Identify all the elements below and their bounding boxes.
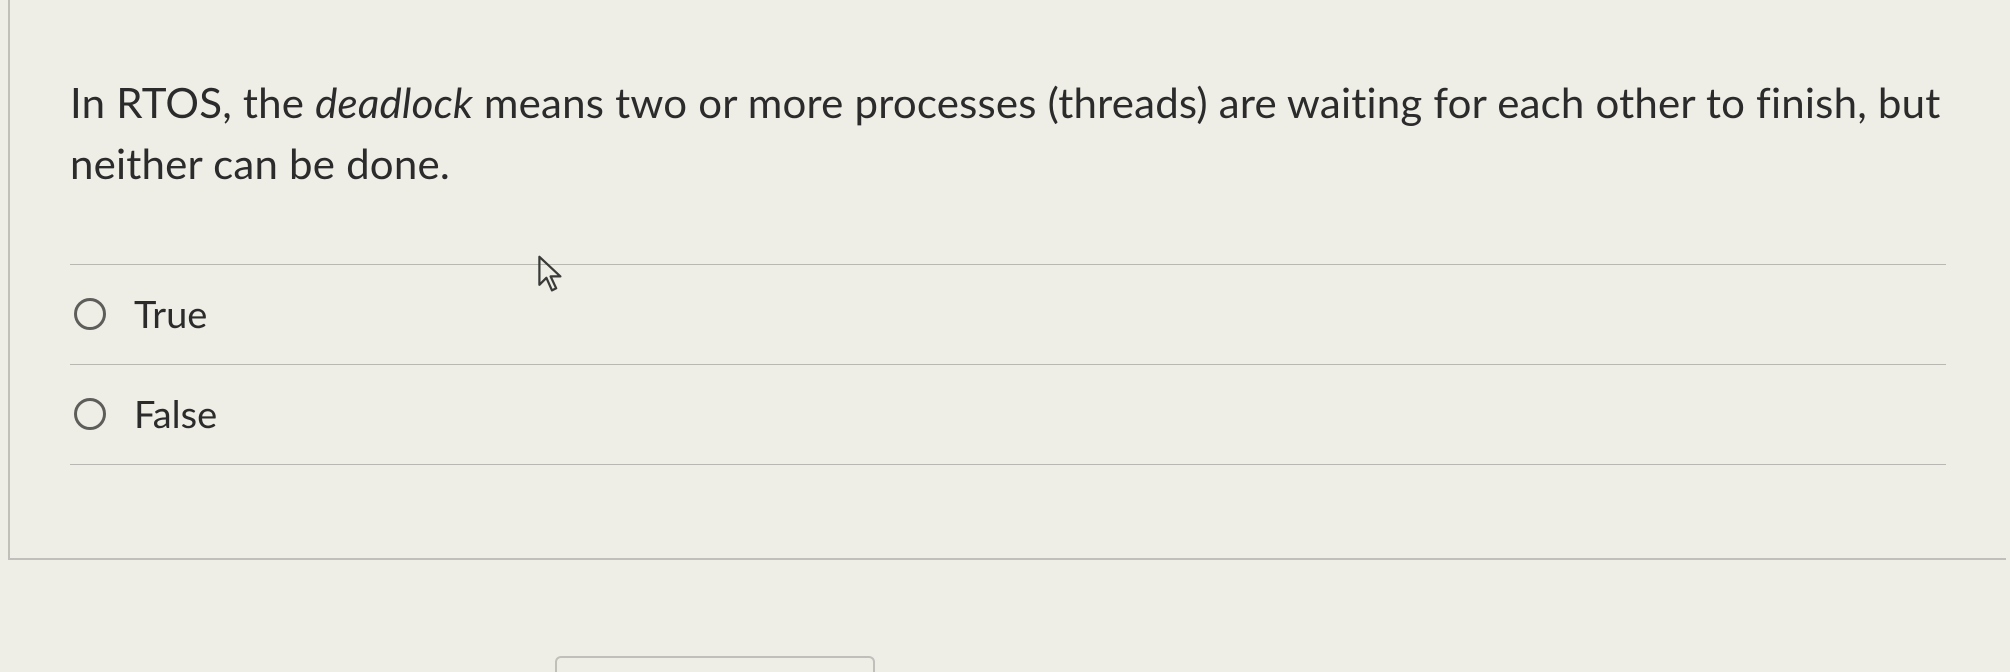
question-italic-term: deadlock	[315, 77, 473, 127]
radio-icon	[74, 298, 106, 330]
question-text: In RTOS, the deadlock means two or more …	[70, 72, 1946, 194]
option-false[interactable]: False	[70, 365, 1946, 465]
option-label: True	[134, 291, 207, 337]
radio-icon	[74, 398, 106, 430]
question-card: In RTOS, the deadlock means two or more …	[8, 0, 2006, 560]
option-true[interactable]: True	[70, 265, 1946, 365]
option-label: False	[134, 391, 217, 437]
options-group: True False	[70, 264, 1946, 465]
question-prefix: In RTOS, the	[70, 77, 315, 127]
partial-button-top	[555, 656, 875, 672]
